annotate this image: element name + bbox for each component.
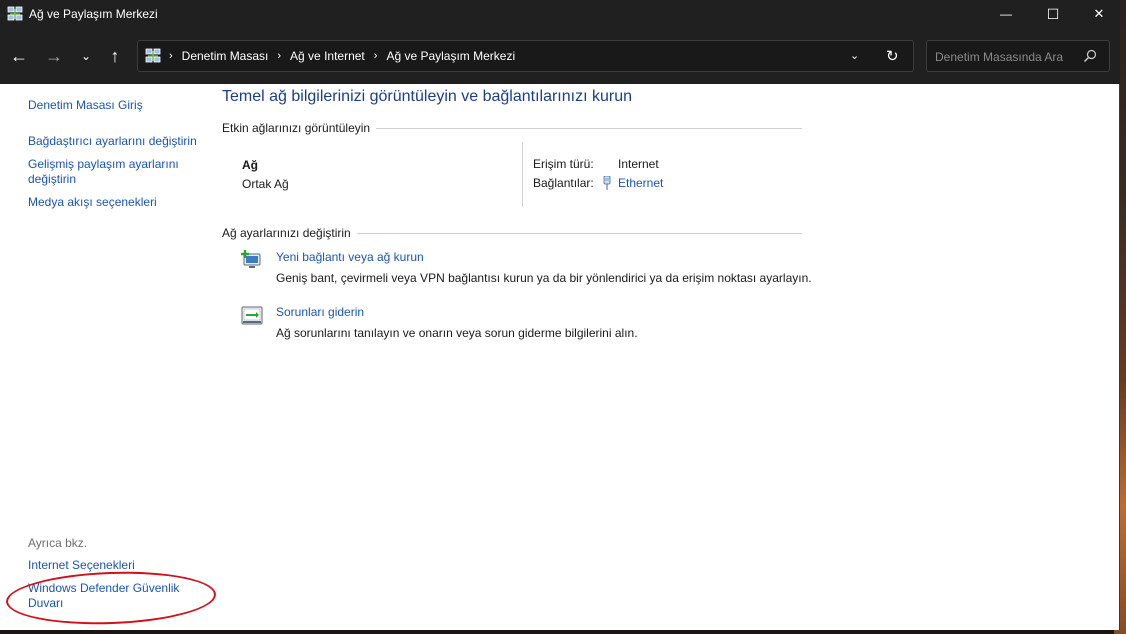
minimize-button[interactable]: — — [983, 0, 1029, 28]
search-input[interactable] — [935, 48, 1075, 66]
network-sharing-center-window: Ağ ve Paylaşım Merkezi — ☐ ✕ ← → ⌄ ↑ › D… — [0, 0, 1120, 630]
troubleshoot-link[interactable]: Sorunları giderin — [276, 305, 364, 319]
back-button[interactable]: ← — [5, 42, 33, 70]
close-icon: ✕ — [1093, 6, 1105, 21]
up-button[interactable]: ↑ — [101, 42, 129, 70]
vertical-divider — [522, 142, 523, 207]
new-connection-description: Geniş bant, çevirmeli veya VPN bağlantıs… — [276, 271, 812, 285]
network-type: Ortak Ağ — [242, 177, 289, 191]
new-connection-link[interactable]: Yeni bağlantı veya ağ kurun — [276, 250, 424, 264]
troubleshoot-description: Ağ sorunlarını tanılayın ve onarın veya … — [276, 326, 638, 340]
close-button[interactable]: ✕ — [1076, 0, 1122, 28]
control-panel-icon — [145, 48, 161, 63]
arrow-up-icon: ↑ — [110, 45, 120, 66]
refresh-icon[interactable]: ↻ — [886, 47, 899, 65]
breadcrumb-network-internet[interactable]: Ağ ve Internet — [290, 49, 365, 63]
new-connection-icon — [241, 250, 261, 268]
chevron-right-icon[interactable]: › — [374, 50, 378, 62]
maximize-button[interactable]: ☐ — [1030, 0, 1076, 28]
access-type-value: Internet — [618, 157, 659, 171]
sidebar-link-media-streaming[interactable]: Medya akışı seçenekleri — [28, 195, 203, 210]
main-content: Temel ağ bilgilerinizi görüntüleyin ve b… — [210, 84, 1120, 630]
change-settings-heading: Ağ ayarlarınızı değiştirin — [222, 226, 802, 240]
see-also-heading: Ayrıca bkz. — [28, 536, 88, 550]
access-type-label: Erişim türü: — [533, 157, 594, 171]
navigation-bar: ← → ⌄ ↑ › Denetim Masası › Ağ ve Interne… — [0, 28, 1120, 84]
connections-label: Bağlantılar: — [533, 176, 594, 190]
address-bar[interactable]: › Denetim Masası › Ağ ve Internet › Ağ v… — [137, 40, 914, 72]
sidebar-link-adapter-settings[interactable]: Bağdaştırıcı ayarlarını değiştirin — [28, 134, 203, 149]
troubleshoot-icon — [241, 306, 263, 325]
chevron-down-icon: ⌄ — [80, 49, 92, 63]
recent-locations-button[interactable]: ⌄ — [72, 42, 100, 70]
network-name: Ağ — [242, 158, 258, 172]
divider — [376, 127, 802, 129]
sidebar-link-advanced-sharing[interactable]: Gelişmiş paylaşım ayarlarını değiştirin — [28, 157, 188, 187]
search-box[interactable] — [926, 40, 1110, 72]
divider — [356, 232, 802, 234]
window-title: Ağ ve Paylaşım Merkezi — [29, 7, 158, 21]
active-networks-heading-text: Etkin ağlarınızı görüntüleyin — [222, 121, 371, 135]
breadcrumb-network-sharing-center[interactable]: Ağ ve Paylaşım Merkezi — [386, 49, 515, 63]
search-icon[interactable] — [1083, 49, 1097, 63]
forward-button[interactable]: → — [40, 42, 68, 70]
left-task-pane: Denetim Masası Giriş Bağdaştırıcı ayarla… — [0, 84, 210, 630]
active-networks-heading: Etkin ağlarınızı görüntüleyin — [222, 121, 802, 135]
arrow-right-icon: → — [45, 45, 63, 66]
title-bar: Ağ ve Paylaşım Merkezi — ☐ ✕ — [0, 0, 1120, 28]
change-settings-heading-text: Ağ ayarlarınızı değiştirin — [222, 226, 351, 240]
ethernet-connection-link[interactable]: Ethernet — [618, 176, 663, 190]
sidebar-link-internet-options[interactable]: Internet Seçenekleri — [28, 558, 203, 573]
ethernet-icon — [603, 176, 611, 190]
chevron-right-icon[interactable]: › — [277, 50, 281, 62]
breadcrumb-control-panel[interactable]: Denetim Masası — [182, 49, 269, 63]
address-dropdown-icon[interactable]: ⌄ — [850, 49, 859, 62]
page-title: Temel ağ bilgilerinizi görüntüleyin ve b… — [222, 88, 632, 105]
sidebar-link-control-panel-home[interactable]: Denetim Masası Giriş — [28, 98, 203, 113]
network-center-icon — [7, 6, 23, 21]
arrow-left-icon: ← — [10, 45, 28, 66]
sidebar-link-defender-firewall[interactable]: Windows Defender Güvenlik Duvarı — [28, 581, 188, 611]
breadcrumb: › Denetim Masası › Ağ ve Internet › Ağ v… — [167, 49, 515, 63]
minimize-icon: — — [1000, 7, 1012, 21]
chevron-right-icon[interactable]: › — [169, 50, 173, 62]
maximize-icon: ☐ — [1046, 5, 1060, 22]
